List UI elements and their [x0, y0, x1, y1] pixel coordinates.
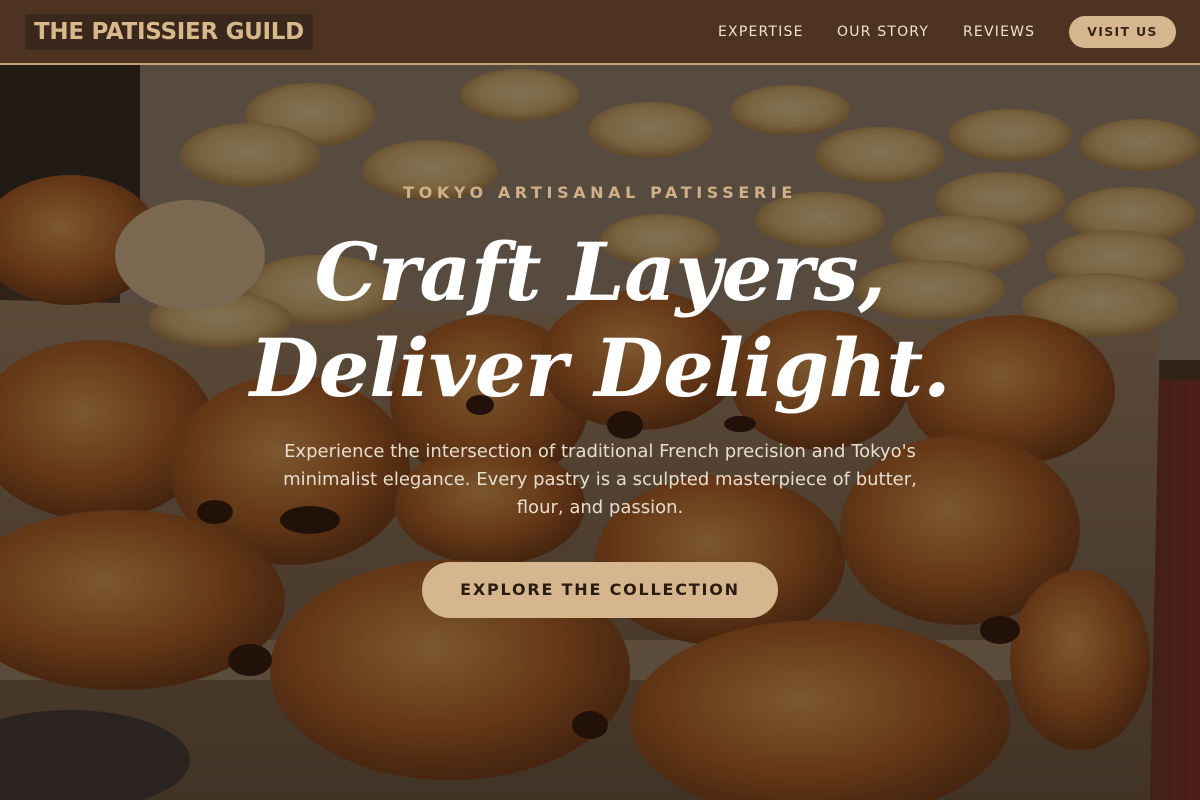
- explore-collection-button[interactable]: EXPLORE THE COLLECTION: [422, 562, 778, 618]
- hero-eyebrow: TOKYO ARTISANAL PATISSERIE: [403, 183, 797, 202]
- brand-logo[interactable]: THE PATISSIER GUILD: [25, 14, 313, 50]
- nav-link-expertise[interactable]: EXPERTISE: [718, 23, 804, 41]
- hero-headline-line-2: Deliver Delight.: [249, 321, 951, 415]
- visit-us-button[interactable]: VISIT US: [1069, 16, 1176, 48]
- top-navbar: THE PATISSIER GUILD EXPERTISE OUR STORY …: [0, 0, 1200, 65]
- hero-headline-line-1: Craft Layers,: [314, 225, 886, 319]
- hero-description: Experience the intersection of tradition…: [283, 441, 917, 518]
- nav-link-reviews[interactable]: REVIEWS: [963, 23, 1035, 41]
- nav-link-our-story[interactable]: OUR STORY: [837, 23, 929, 41]
- hero-section: TOKYO ARTISANAL PATISSERIE Craft Layers,…: [0, 0, 1200, 800]
